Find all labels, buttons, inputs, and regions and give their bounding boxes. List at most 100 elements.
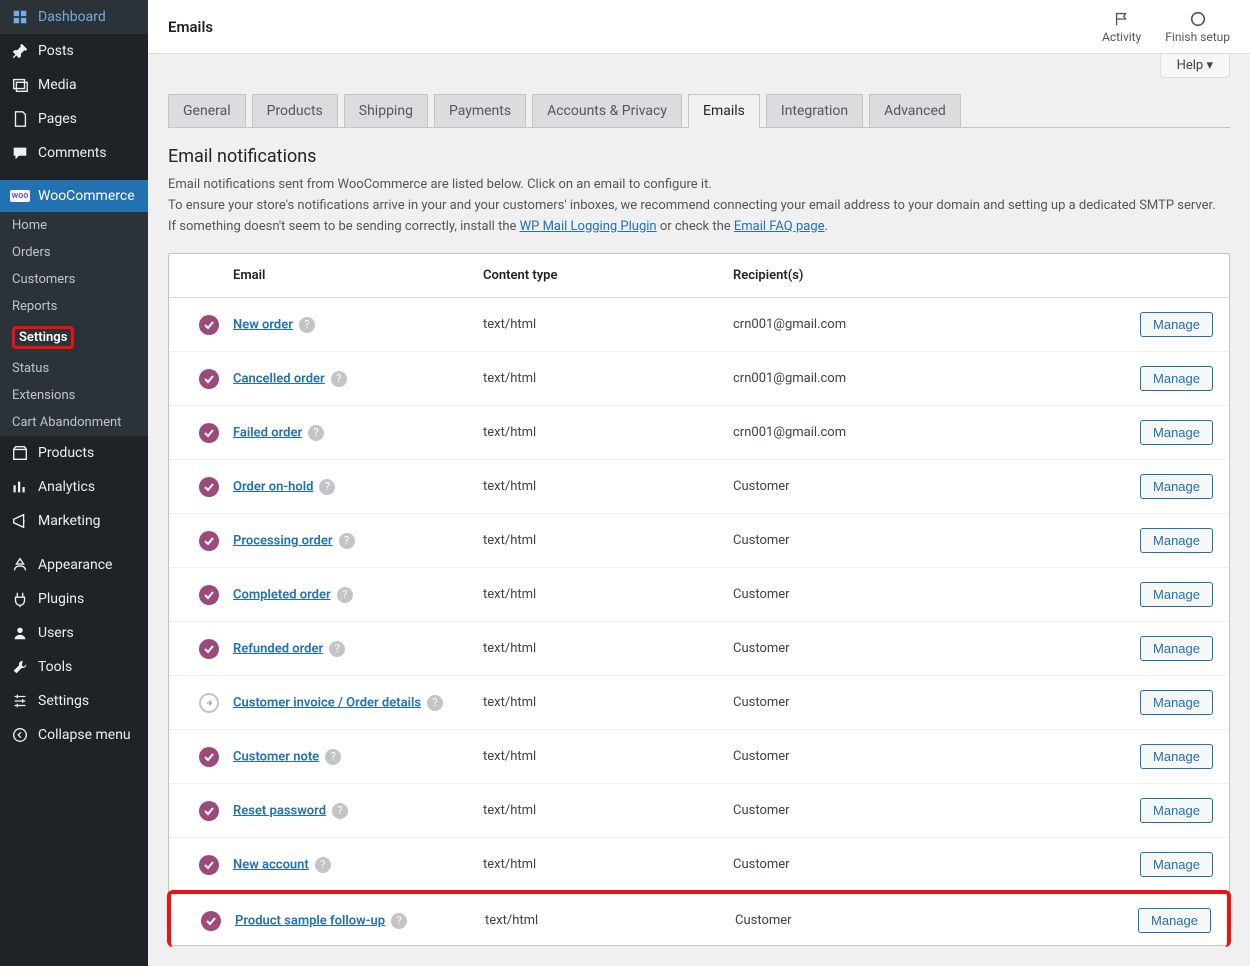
tab-products[interactable]: Products	[252, 94, 338, 127]
email-name-link[interactable]: Customer invoice / Order details	[233, 695, 421, 710]
tab-general[interactable]: General	[168, 94, 246, 127]
manage-button[interactable]: Manage	[1140, 798, 1213, 823]
recipients: Customer	[733, 695, 1123, 710]
email-name-link[interactable]: Customer note	[233, 749, 319, 764]
help-icon[interactable]: ?	[325, 749, 341, 765]
appearance-icon	[10, 556, 30, 574]
manage-button[interactable]: Manage	[1140, 474, 1213, 499]
recipients: Customer	[733, 641, 1123, 656]
manage-button[interactable]: Manage	[1140, 582, 1213, 607]
email-name-link[interactable]: Failed order	[233, 425, 302, 440]
media-icon	[10, 76, 30, 94]
manage-button[interactable]: Manage	[1140, 312, 1213, 337]
sidebar-item-label: Tools	[38, 659, 72, 675]
sidebar-sub-settings[interactable]: Settings	[0, 320, 148, 355]
plugins-icon	[10, 590, 30, 608]
tab-emails[interactable]: Emails	[688, 94, 760, 128]
sidebar-sub-customers[interactable]: Customers	[0, 266, 148, 293]
sidebar-sub-cart-abandonment[interactable]: Cart Abandonment	[0, 409, 148, 436]
tab-integration[interactable]: Integration	[766, 94, 863, 127]
header-recipients: Recipient(s)	[733, 268, 1123, 283]
sidebar-item-tools[interactable]: Tools	[0, 650, 148, 684]
help-icon[interactable]: ?	[337, 587, 353, 603]
content-type: text/html	[483, 695, 733, 710]
tab-accounts-privacy[interactable]: Accounts & Privacy	[532, 94, 682, 127]
content-type: text/html	[483, 425, 733, 440]
sidebar-item-users[interactable]: Users	[0, 616, 148, 650]
sidebar-sub-status[interactable]: Status	[0, 355, 148, 382]
help-icon[interactable]: ?	[319, 479, 335, 495]
settings-tabs: GeneralProductsShippingPaymentsAccounts …	[168, 94, 1230, 128]
sidebar-item-analytics[interactable]: Analytics	[0, 470, 148, 504]
manage-button[interactable]: Manage	[1140, 420, 1213, 445]
sidebar-item-label: Comments	[38, 145, 107, 161]
collapse-icon	[10, 726, 30, 744]
help-icon[interactable]: ?	[308, 425, 324, 441]
sidebar-item-label: Media	[38, 77, 77, 93]
content-type: text/html	[485, 913, 735, 928]
email-name-link[interactable]: Product sample follow-up	[235, 913, 385, 928]
sidebar-sub-reports[interactable]: Reports	[0, 293, 148, 320]
sidebar-item-pages[interactable]: Pages	[0, 102, 148, 136]
email-name-link[interactable]: Cancelled order	[233, 371, 325, 386]
email-name-link[interactable]: Processing order	[233, 533, 333, 548]
sidebar-item-collapse-menu[interactable]: Collapse menu	[0, 718, 148, 752]
sidebar-item-appearance[interactable]: Appearance	[0, 548, 148, 582]
email-name-link[interactable]: Reset password	[233, 803, 326, 818]
sidebar-item-dashboard[interactable]: Dashboard	[0, 0, 148, 34]
sidebar-sub-orders[interactable]: Orders	[0, 239, 148, 266]
section-title: Email notifications	[168, 146, 1230, 167]
sidebar-item-posts[interactable]: Posts	[0, 34, 148, 68]
marketing-icon	[10, 512, 30, 530]
tab-payments[interactable]: Payments	[434, 94, 526, 127]
manage-button[interactable]: Manage	[1140, 366, 1213, 391]
help-icon[interactable]: ?	[299, 317, 315, 333]
tools-icon	[10, 658, 30, 676]
check-icon	[199, 639, 219, 659]
sidebar-item-label: Dashboard	[38, 9, 106, 25]
manage-button[interactable]: Manage	[1138, 908, 1211, 933]
manage-button[interactable]: Manage	[1140, 636, 1213, 661]
finish-setup-button[interactable]: Finish setup	[1165, 10, 1230, 44]
manage-button[interactable]: Manage	[1140, 852, 1213, 877]
help-icon[interactable]: ?	[331, 371, 347, 387]
content-type: text/html	[483, 587, 733, 602]
help-icon[interactable]: ?	[315, 857, 331, 873]
section-description: Email notifications sent from WooCommerc…	[168, 175, 1218, 237]
email-name-link[interactable]: Completed order	[233, 587, 331, 602]
content-type: text/html	[483, 317, 733, 332]
help-icon[interactable]: ?	[332, 803, 348, 819]
sidebar-sub-extensions[interactable]: Extensions	[0, 382, 148, 409]
sidebar-sub-home[interactable]: Home	[0, 212, 148, 239]
tab-advanced[interactable]: Advanced	[869, 94, 961, 127]
sidebar-item-marketing[interactable]: Marketing	[0, 504, 148, 538]
sidebar-item-media[interactable]: Media	[0, 68, 148, 102]
header-email: Email	[233, 268, 483, 283]
help-icon[interactable]: ?	[427, 695, 443, 711]
help-icon[interactable]: ?	[329, 641, 345, 657]
email-faq-link[interactable]: Email FAQ page	[734, 219, 825, 234]
chevron-down-icon: ▾	[1206, 58, 1213, 73]
sidebar-item-settings[interactable]: Settings	[0, 684, 148, 718]
email-name-link[interactable]: New account	[233, 857, 309, 872]
email-name-link[interactable]: Refunded order	[233, 641, 323, 656]
manage-button[interactable]: Manage	[1140, 690, 1213, 715]
sidebar-item-label: Products	[38, 445, 94, 461]
manage-button[interactable]: Manage	[1140, 528, 1213, 553]
manage-button[interactable]: Manage	[1140, 744, 1213, 769]
email-name-link[interactable]: Order on-hold	[233, 479, 313, 494]
help-icon[interactable]: ?	[339, 533, 355, 549]
email-row: New account?text/htmlCustomerManage	[169, 838, 1229, 892]
wp-mail-logging-link[interactable]: WP Mail Logging Plugin	[520, 219, 657, 234]
email-name-link[interactable]: New order	[233, 317, 293, 332]
sidebar-item-products[interactable]: Products	[0, 436, 148, 470]
tab-shipping[interactable]: Shipping	[344, 94, 428, 127]
sidebar-item-woocommerce[interactable]: wooWooCommerce	[0, 180, 148, 212]
sidebar-item-comments[interactable]: Comments	[0, 136, 148, 170]
email-row: Reset password?text/htmlCustomerManage	[169, 784, 1229, 838]
recipients: Customer	[733, 533, 1123, 548]
sidebar-item-plugins[interactable]: Plugins	[0, 582, 148, 616]
help-tab[interactable]: Help ▾	[1160, 54, 1230, 78]
activity-button[interactable]: Activity	[1102, 10, 1141, 44]
help-icon[interactable]: ?	[391, 913, 407, 929]
